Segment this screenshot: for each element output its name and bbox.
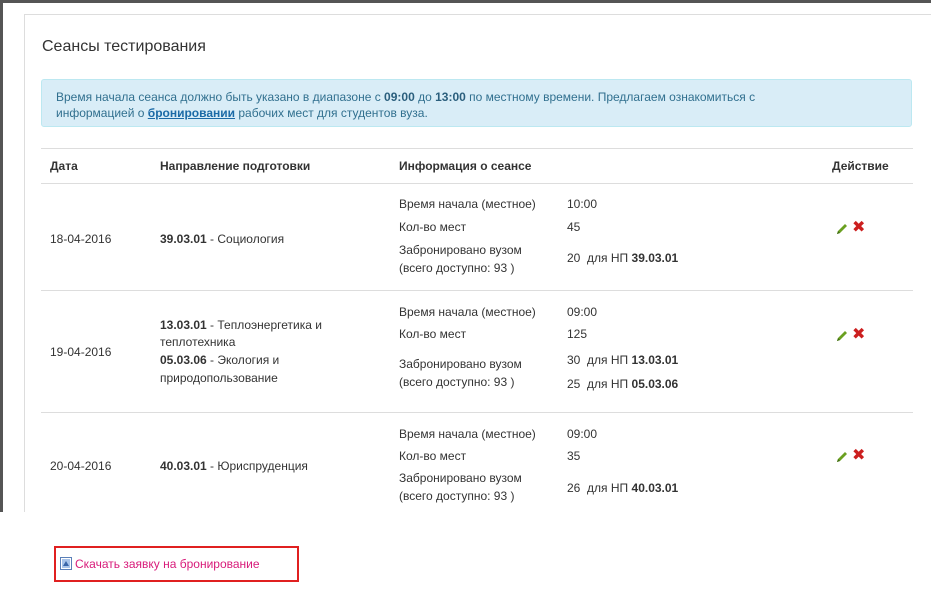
direction-cell: 39.03.01 - Социология — [160, 232, 284, 246]
column-header-date: Дата — [50, 159, 78, 173]
booking-info-link[interactable]: бронировании — [148, 106, 235, 120]
direction-code: 05.03.06 — [160, 353, 207, 367]
close-icon[interactable]: ✖ — [852, 220, 865, 236]
booked-count: 26 — [567, 481, 581, 495]
date-cell: 20-04-2016 — [50, 459, 112, 473]
start-time-value: 09:00 — [567, 305, 598, 319]
seats-label: Кол-во мест — [399, 327, 467, 341]
direction-code: 39.03.01 — [160, 232, 207, 246]
close-icon[interactable]: ✖ — [852, 448, 865, 464]
row-divider — [41, 290, 913, 291]
row-divider — [41, 412, 913, 413]
booked-code: 13.03.01 — [631, 353, 679, 367]
booked-code: 39.03.01 — [631, 251, 679, 265]
close-icon[interactable]: ✖ — [852, 327, 865, 343]
download-booking-request-link[interactable]: Скачать заявку на бронирование — [75, 557, 260, 571]
alert-time-to: 13:00 — [435, 90, 466, 104]
document-icon[interactable] — [60, 557, 72, 570]
alert-text: по местному времени. Предлагаем ознакоми… — [465, 90, 756, 104]
start-time-value: 10:00 — [567, 197, 598, 211]
direction-name: - Экология и — [206, 353, 280, 367]
direction-name: - Социология — [206, 232, 285, 246]
date-cell: 18-04-2016 — [50, 232, 112, 246]
window-border-left — [0, 0, 3, 589]
direction-code: 13.03.01 — [160, 318, 207, 332]
direction-name-cont: теплотехника — [160, 335, 236, 349]
seats-label: Кол-во мест — [399, 220, 467, 234]
seats-value: 35 — [567, 449, 581, 463]
available-label: (всего доступно: 93 ) — [399, 375, 515, 389]
column-header-action: Действие — [832, 159, 889, 173]
column-header-info: Информация о сеансе — [399, 159, 532, 173]
info-alert: Время начала сеанса должно быть указано … — [41, 79, 912, 127]
booked-value: 20 для НП 39.03.01 — [567, 251, 678, 265]
seats-value: 125 — [567, 327, 588, 341]
table-header-divider — [41, 183, 913, 184]
booked-value: 25 для НП 05.03.06 — [567, 377, 678, 391]
alert-text: до — [414, 90, 436, 104]
direction-code: 40.03.01 — [160, 459, 207, 473]
booked-code: 05.03.06 — [631, 377, 679, 391]
page-title: Сеансы тестирования — [42, 38, 206, 55]
direction-cell: 13.03.01 - Теплоэнергетика и — [160, 318, 322, 332]
for-np-label: для НП — [587, 377, 629, 391]
start-time-label: Время начала (местное) — [399, 427, 536, 441]
table-top-border — [41, 148, 913, 149]
window-border-top — [0, 0, 931, 3]
seats-label: Кол-во мест — [399, 449, 467, 463]
direction-name: - Теплоэнергетика и — [206, 318, 322, 332]
date-cell: 19-04-2016 — [50, 345, 112, 359]
start-time-value: 09:00 — [567, 427, 598, 441]
for-np-label: для НП — [587, 481, 629, 495]
pencil-icon[interactable] — [835, 450, 849, 464]
column-header-direction: Направление подготовки — [160, 159, 311, 173]
booked-count: 30 — [567, 353, 581, 367]
direction-name-cont: природопользование — [160, 371, 278, 385]
pencil-icon[interactable] — [835, 222, 849, 236]
available-label: (всего доступно: 93 ) — [399, 489, 515, 503]
direction-name: - Юриспруденция — [206, 459, 308, 473]
direction-cell: 40.03.01 - Юриспруденция — [160, 459, 308, 473]
booked-count: 25 — [567, 377, 581, 391]
booked-code: 40.03.01 — [631, 481, 679, 495]
alert-text: информацией о — [56, 106, 148, 120]
for-np-label: для НП — [587, 251, 629, 265]
direction-cell: 05.03.06 - Экология и — [160, 353, 279, 367]
start-time-label: Время начала (местное) — [399, 197, 536, 211]
alert-text: Время начала сеанса должно быть указано … — [56, 90, 385, 104]
available-label: (всего доступно: 93 ) — [399, 261, 515, 275]
alert-time-from: 09:00 — [384, 90, 415, 104]
booked-label: Забронировано вузом — [399, 243, 522, 257]
booked-value: 30 для НП 13.03.01 — [567, 353, 678, 367]
booked-value: 26 для НП 40.03.01 — [567, 481, 678, 495]
start-time-label: Время начала (местное) — [399, 305, 536, 319]
for-np-label: для НП — [587, 353, 629, 367]
booked-label: Забронировано вузом — [399, 471, 522, 485]
alert-text: рабочих мест для студентов вуза. — [235, 106, 428, 120]
pencil-icon[interactable] — [835, 329, 849, 343]
seats-value: 45 — [567, 220, 581, 234]
booked-label: Забронировано вузом — [399, 357, 522, 371]
booked-count: 20 — [567, 251, 581, 265]
